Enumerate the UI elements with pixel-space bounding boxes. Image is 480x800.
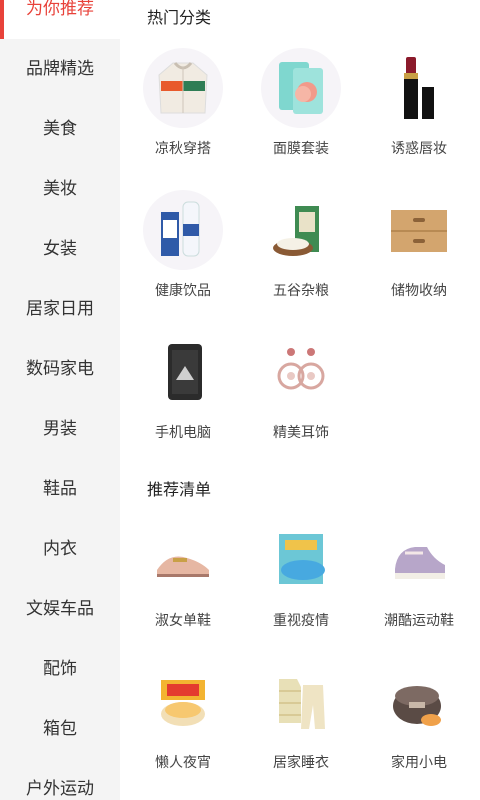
sidebar-item-women[interactable]: 女装 bbox=[0, 219, 120, 279]
recommend-item-epidemic[interactable]: 重视疫情 bbox=[242, 510, 360, 640]
category-label: 精美耳饰 bbox=[273, 425, 329, 441]
section-title-recommend: 推荐清单 bbox=[147, 480, 212, 499]
jacket-icon bbox=[143, 48, 223, 128]
category-label: 懒人夜宵 bbox=[155, 755, 211, 771]
sidebar-item-makeup[interactable]: 美妆 bbox=[0, 159, 120, 219]
category-label: 诱惑唇妆 bbox=[391, 141, 447, 157]
recommend-item-late-snack[interactable]: 懒人夜宵 bbox=[124, 652, 242, 782]
category-sidebar: 为你推荐 品牌精选 美食 美妆 女装 居家日用 数码家电 男装 鞋品 内衣 文娱… bbox=[0, 0, 120, 800]
sidebar-item-bags[interactable]: 箱包 bbox=[0, 699, 120, 759]
recommend-grid: 淑女单鞋 重视疫情 潮酷运动鞋 懒人夜宵 居家睡衣 家用小电 bbox=[120, 510, 480, 782]
category-label: 家用小电 bbox=[391, 755, 447, 771]
sidebar-item-underwear[interactable]: 内衣 bbox=[0, 519, 120, 579]
category-item-face-mask[interactable]: 面膜套装 bbox=[242, 38, 360, 168]
category-content: 热门分类 凉秋穿搭 面膜套装 诱惑唇妆 健康饮品 五谷杂粮 储物收纳 手机电脑 … bbox=[120, 0, 480, 800]
category-label: 五谷杂粮 bbox=[273, 283, 329, 299]
category-label: 凉秋穿搭 bbox=[155, 141, 211, 157]
medical-mask-icon bbox=[261, 520, 341, 600]
pajamas-icon bbox=[261, 662, 341, 742]
sidebar-item-entertainment-car[interactable]: 文娱车品 bbox=[0, 579, 120, 639]
earrings-icon bbox=[261, 332, 341, 412]
category-label: 面膜套装 bbox=[273, 141, 329, 157]
sidebar-item-outdoor[interactable]: 户外运动 bbox=[0, 759, 120, 800]
category-item-phone-computer[interactable]: 手机电脑 bbox=[124, 322, 242, 452]
recommend-item-small-appliances[interactable]: 家用小电 bbox=[360, 652, 478, 782]
sidebar-item-accessories[interactable]: 配饰 bbox=[0, 639, 120, 699]
milk-bottle-icon bbox=[143, 190, 223, 270]
sidebar-item-brand[interactable]: 品牌精选 bbox=[0, 39, 120, 99]
recommend-item-ladies-shoes[interactable]: 淑女单鞋 bbox=[124, 510, 242, 640]
category-item-lipstick[interactable]: 诱惑唇妆 bbox=[360, 38, 478, 168]
section-title-hot: 热门分类 bbox=[147, 8, 212, 27]
category-item-grains[interactable]: 五谷杂粮 bbox=[242, 180, 360, 310]
loafer-shoe-icon bbox=[143, 520, 223, 600]
sidebar-item-home[interactable]: 居家日用 bbox=[0, 279, 120, 339]
hot-category-grid: 凉秋穿搭 面膜套装 诱惑唇妆 健康饮品 五谷杂粮 储物收纳 手机电脑 精美耳饰 bbox=[120, 38, 480, 452]
category-label: 重视疫情 bbox=[273, 613, 329, 629]
category-label: 健康饮品 bbox=[155, 283, 211, 299]
sneaker-icon bbox=[379, 520, 459, 600]
category-item-storage[interactable]: 储物收纳 bbox=[360, 180, 478, 310]
sidebar-item-shoes[interactable]: 鞋品 bbox=[0, 459, 120, 519]
recommend-item-sneakers[interactable]: 潮酷运动鞋 bbox=[360, 510, 478, 640]
sidebar-item-food[interactable]: 美食 bbox=[0, 99, 120, 159]
category-item-autumn-wear[interactable]: 凉秋穿搭 bbox=[124, 38, 242, 168]
phone-icon bbox=[143, 332, 223, 412]
app-root: 为你推荐 品牌精选 美食 美妆 女装 居家日用 数码家电 男装 鞋品 内衣 文娱… bbox=[0, 0, 480, 800]
lipstick-icon bbox=[379, 48, 459, 128]
instant-noodle-icon bbox=[143, 662, 223, 742]
recommend-item-pajamas[interactable]: 居家睡衣 bbox=[242, 652, 360, 782]
category-label: 储物收纳 bbox=[391, 283, 447, 299]
category-label: 居家睡衣 bbox=[273, 755, 329, 771]
category-item-healthy-drinks[interactable]: 健康饮品 bbox=[124, 180, 242, 310]
category-label: 潮酷运动鞋 bbox=[384, 613, 454, 629]
rice-bag-icon bbox=[261, 190, 341, 270]
sidebar-item-recommend[interactable]: 为你推荐 bbox=[0, 0, 120, 39]
category-label: 手机电脑 bbox=[155, 425, 211, 441]
category-item-earrings[interactable]: 精美耳饰 bbox=[242, 322, 360, 452]
category-label: 淑女单鞋 bbox=[155, 613, 211, 629]
sidebar-item-men[interactable]: 男装 bbox=[0, 399, 120, 459]
rice-cooker-icon bbox=[379, 662, 459, 742]
face-mask-box-icon bbox=[261, 48, 341, 128]
sidebar-item-digital[interactable]: 数码家电 bbox=[0, 339, 120, 399]
drawer-box-icon bbox=[379, 190, 459, 270]
